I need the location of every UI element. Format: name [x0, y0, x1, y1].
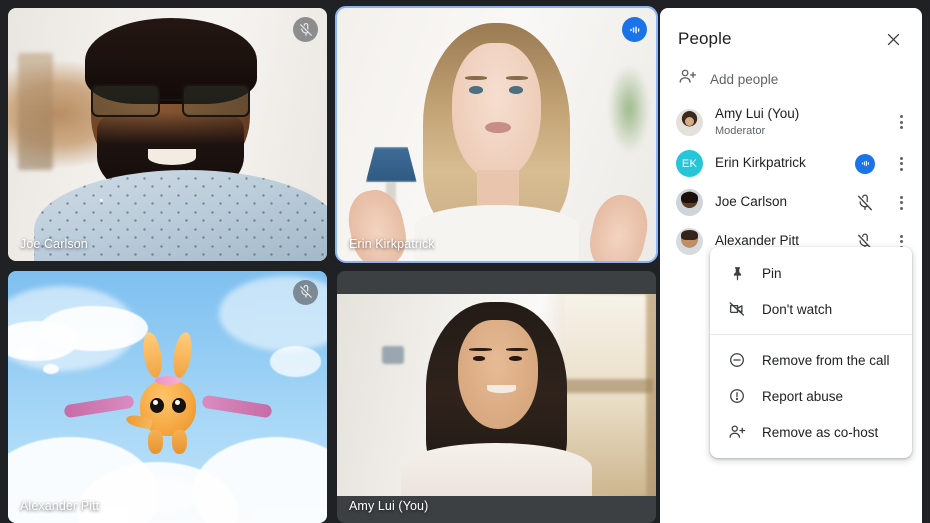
participant-names: Erin Kirkpatrick: [715, 155, 840, 172]
participant-row-amy-lui[interactable]: Amy Lui (You) Moderator: [660, 100, 922, 144]
video-tile-joe-carlson[interactable]: Joe Carlson: [8, 8, 327, 261]
participant-video-joe-carlson: [8, 8, 327, 261]
avatar: [676, 189, 703, 217]
audio-wave-icon: [622, 17, 647, 42]
participant-name: Joe Carlson: [715, 194, 788, 210]
participant-state: [852, 194, 878, 212]
participant-names: Amy Lui (You) Moderator: [715, 106, 840, 138]
menu-item-label: Report abuse: [762, 388, 844, 404]
menu-item-pin[interactable]: Pin: [710, 255, 912, 291]
participant-role: Moderator: [715, 124, 766, 137]
tile-name-label: Joe Carlson: [20, 236, 88, 251]
menu-item-label: Pin: [762, 265, 782, 281]
participant-names: Joe Carlson: [715, 194, 840, 211]
participant-context-menu: Pin Don't watch Remove from the call Rep…: [710, 247, 912, 458]
menu-item-remove-from-the-call[interactable]: Remove from the call: [710, 342, 912, 378]
menu-item-report-abuse[interactable]: Report abuse: [710, 378, 912, 414]
report-icon: [728, 387, 746, 405]
menu-item-label: Remove as co-host: [762, 424, 879, 440]
mic-off-icon: [857, 194, 873, 211]
participant-video-erin-kirkpatrick: [337, 8, 656, 261]
avatar: [676, 228, 703, 256]
add-people-label: Add people: [710, 71, 779, 87]
close-icon[interactable]: [880, 26, 906, 52]
more-vertical-icon[interactable]: [890, 192, 912, 214]
avatar: EK: [676, 150, 703, 178]
remove-circle-icon: [728, 351, 746, 369]
video-call-window: Joe Carlson Erin Kirkpatrick Alexander P…: [0, 0, 930, 523]
tile-name-label: Erin Kirkpatrick: [349, 236, 435, 251]
menu-item-dont-watch[interactable]: Don't watch: [710, 291, 912, 327]
menu-item-remove-as-co-host[interactable]: Remove as co-host: [710, 414, 912, 450]
video-off-icon: [728, 300, 746, 318]
avatar: [676, 108, 703, 136]
page-title: People: [678, 29, 732, 48]
menu-item-label: Remove from the call: [762, 352, 890, 368]
people-panel-header: People: [660, 8, 922, 58]
menu-divider: [710, 334, 912, 335]
mic-off-icon: [293, 279, 318, 305]
participant-name: Erin Kirkpatrick: [715, 155, 806, 171]
menu-item-label: Don't watch: [762, 301, 833, 317]
participant-row-joe-carlson[interactable]: Joe Carlson: [660, 183, 922, 222]
audio-wave-icon: [855, 153, 875, 174]
more-vertical-icon[interactable]: [890, 153, 912, 175]
participant-video-amy-lui: [337, 293, 656, 496]
mic-off-icon: [293, 17, 318, 42]
avatar-initials: EK: [681, 157, 698, 170]
tile-name-label: Amy Lui (You): [349, 499, 429, 513]
video-tile-alexander-pitt[interactable]: Alexander Pitt: [8, 270, 327, 523]
participant-state: [852, 153, 878, 174]
participant-avatar-alexander-pitt: [8, 270, 327, 523]
tile-name-label: Alexander Pitt: [20, 499, 100, 513]
video-tile-grid: Joe Carlson Erin Kirkpatrick Alexander P…: [0, 0, 660, 523]
person-add-icon: [678, 67, 697, 91]
animated-avatar-character: [62, 330, 273, 454]
participant-name: Amy Lui (You): [715, 106, 800, 121]
more-vertical-icon[interactable]: [890, 111, 912, 133]
person-add-icon: [728, 423, 746, 441]
add-people-button[interactable]: Add people: [660, 58, 922, 100]
video-tile-amy-lui[interactable]: Amy Lui (You): [337, 270, 656, 523]
pin-icon: [728, 264, 746, 282]
video-tile-erin-kirkpatrick[interactable]: Erin Kirkpatrick: [335, 6, 658, 263]
participant-row-erin-kirkpatrick[interactable]: EK Erin Kirkpatrick: [660, 144, 922, 183]
